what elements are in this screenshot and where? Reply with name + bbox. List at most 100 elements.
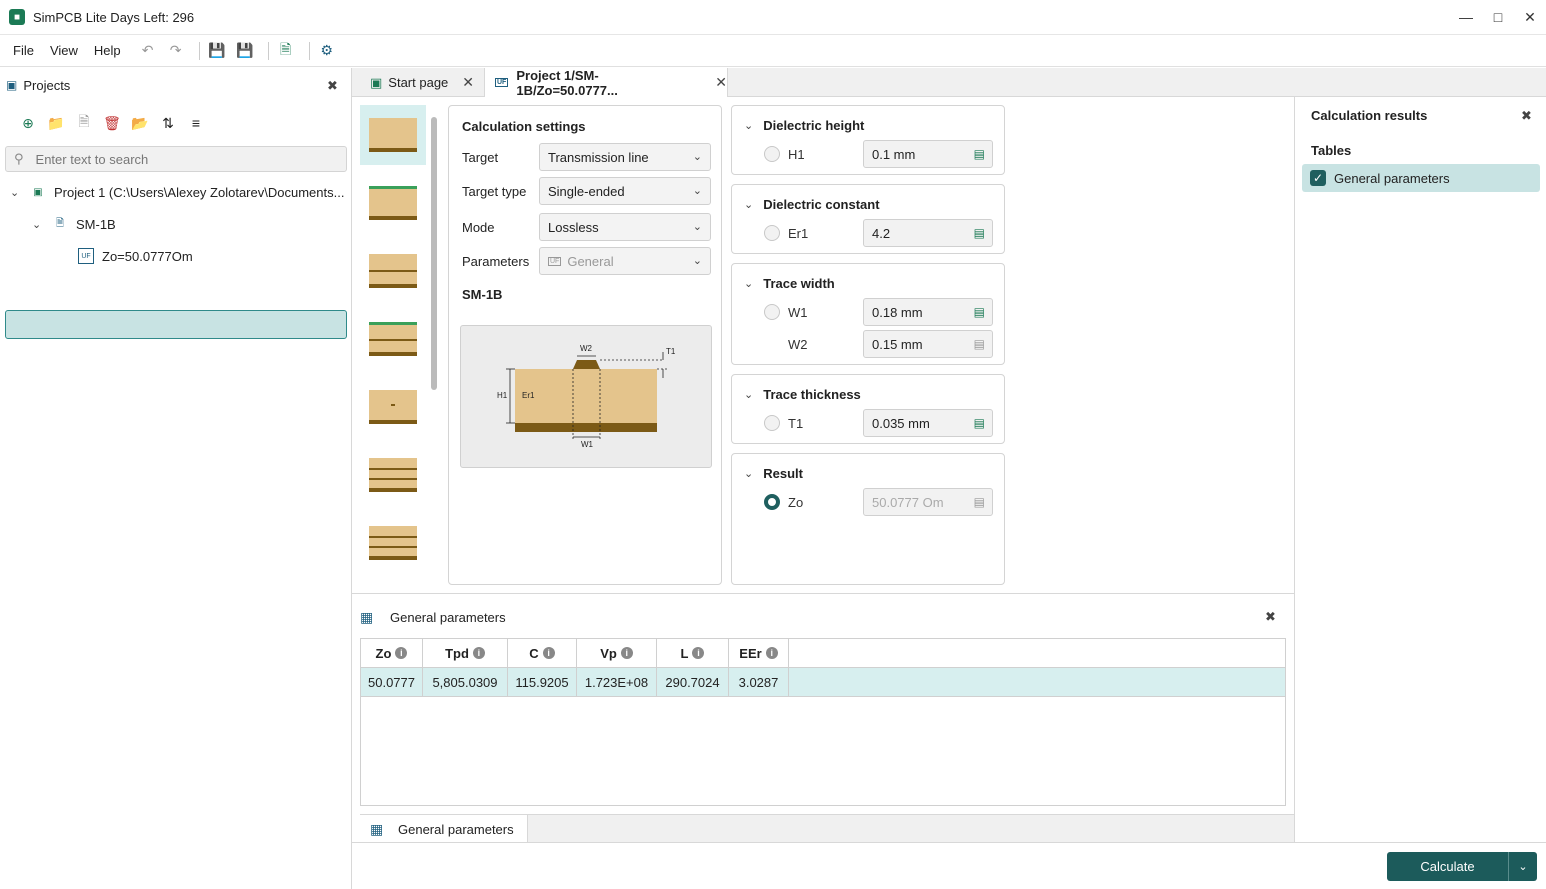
minimize-icon[interactable]: —: [1450, 0, 1482, 34]
info-icon[interactable]: i: [472, 647, 485, 659]
pin-icon[interactable]: ✖: [1521, 108, 1532, 124]
table-cell[interactable]: 5,805.0309: [423, 668, 508, 697]
pin-icon[interactable]: ✖: [327, 78, 338, 94]
info-icon[interactable]: i: [620, 647, 633, 659]
chart-icon[interactable]: ▤: [974, 226, 985, 240]
calculate-button[interactable]: Calculate ⌄: [1387, 852, 1537, 881]
dielectric-constant-title: Dielectric constant: [763, 197, 880, 212]
save-icon[interactable]: 💾: [206, 40, 228, 62]
add-file-icon[interactable]: 🗎: [70, 112, 98, 134]
info-icon[interactable]: i: [765, 647, 778, 659]
er1-input[interactable]: 4.2 ▤: [863, 219, 993, 247]
settings-gear-icon[interactable]: ⚙: [316, 40, 338, 62]
chevron-down-icon[interactable]: ⌄: [1509, 860, 1537, 873]
stackup-diagram: W2 T1 H1 Er1 W1: [460, 325, 712, 468]
er1-radio[interactable]: [764, 225, 780, 241]
structure-thumb-6[interactable]: [360, 445, 426, 505]
close-tab-icon[interactable]: ✕: [715, 74, 727, 91]
structure-thumb-5[interactable]: [360, 377, 426, 437]
menu-help[interactable]: Help: [94, 43, 121, 58]
info-icon[interactable]: i: [692, 647, 705, 659]
chart-icon[interactable]: ▤: [974, 305, 985, 319]
add-project-icon[interactable]: ⊕: [14, 112, 42, 134]
h1-input[interactable]: 0.1 mm ▤: [863, 140, 993, 168]
w1-radio[interactable]: [764, 304, 780, 320]
thumbnails-scrollbar[interactable]: [431, 117, 437, 390]
zo-value: 50.0777 Om: [872, 494, 944, 510]
table-cell[interactable]: 290.7024: [657, 668, 729, 697]
col-header-c[interactable]: Ci: [508, 639, 577, 668]
sort-list-icon[interactable]: ≡: [182, 112, 210, 134]
save-all-icon[interactable]: 💾: [234, 40, 256, 62]
mode-value: Lossless: [548, 219, 599, 235]
parameters-select[interactable]: UF General ⌄: [539, 247, 711, 275]
chevron-down-icon[interactable]: ⌄: [10, 186, 26, 199]
close-tab-icon[interactable]: ✕: [462, 74, 474, 91]
info-icon[interactable]: i: [395, 647, 408, 659]
checkbox-checked-icon[interactable]: ✓: [1310, 170, 1326, 186]
mode-select[interactable]: Lossless ⌄: [539, 213, 711, 241]
col-header-vp[interactable]: Vp i: [577, 639, 657, 668]
w1-value: 0.18 mm: [872, 304, 923, 320]
tree-item-selected[interactable]: [5, 310, 347, 339]
chevron-down-icon[interactable]: ⌄: [32, 218, 48, 231]
calculation-icon: UF: [495, 78, 509, 87]
chevron-down-icon[interactable]: ⌄: [744, 119, 753, 132]
open-folder-icon[interactable]: 📂: [126, 112, 154, 134]
tree-item-calculation[interactable]: UF Zo=50.0777Om: [74, 243, 193, 269]
table-cell[interactable]: 50.0777: [361, 668, 423, 697]
add-folder-icon[interactable]: 📁: [42, 112, 70, 134]
chart-icon[interactable]: ▤: [974, 147, 985, 161]
pcb-app-icon: ■: [9, 9, 25, 25]
sort-ascending-icon[interactable]: ⇅: [154, 112, 182, 134]
menu-file[interactable]: File: [13, 43, 34, 58]
trace-thickness-group: ⌄ Trace thickness T1 0.035 mm ▤: [731, 374, 1005, 444]
redo-icon[interactable]: ↷: [165, 40, 187, 62]
structure-thumb-2[interactable]: [360, 173, 426, 233]
col-header-eer[interactable]: EEr i: [729, 639, 789, 668]
structure-thumb-7[interactable]: [360, 513, 426, 573]
info-icon[interactable]: i: [542, 647, 555, 659]
structure-thumb-1[interactable]: [360, 105, 426, 165]
search-input[interactable]: ⚲ Enter text to search: [5, 146, 347, 172]
table-cell[interactable]: 1.723E+08: [577, 668, 657, 697]
er1-value: 4.2: [872, 225, 891, 241]
tree-item-structure[interactable]: ⌄ 🗎 SM-1B: [32, 211, 116, 237]
w1-input[interactable]: 0.18 mm ▤: [863, 298, 993, 326]
target-type-select[interactable]: Single-ended ⌄: [539, 177, 711, 205]
tab-start-page[interactable]: ▣ Start page ✕: [360, 68, 484, 97]
col-header-l[interactable]: Li: [657, 639, 729, 668]
chart-icon[interactable]: ▤: [974, 337, 985, 351]
w1-label: W1: [788, 304, 808, 320]
tree-item-project[interactable]: ⌄ ▣ Project 1 (C:\Users\Alexey Zolotarev…: [10, 179, 344, 205]
t1-radio[interactable]: [764, 415, 780, 431]
maximize-icon[interactable]: □: [1482, 0, 1514, 34]
chevron-down-icon[interactable]: ⌄: [744, 388, 753, 401]
structure-thumb-4[interactable]: [360, 309, 426, 369]
col-header-zo[interactable]: Zo i: [361, 639, 423, 668]
tab-general-parameters[interactable]: ▦ General parameters: [360, 815, 528, 844]
export-icon[interactable]: 🗎: [275, 40, 297, 62]
delete-icon[interactable]: 🗑: [98, 112, 126, 134]
diagram-label-t1: T1: [666, 347, 676, 356]
chevron-down-icon[interactable]: ⌄: [744, 198, 753, 211]
undo-icon[interactable]: ↶: [137, 40, 159, 62]
target-select[interactable]: Transmission line ⌄: [539, 143, 711, 171]
w2-input[interactable]: 0.15 mm ▤: [863, 330, 993, 358]
structure-thumb-3[interactable]: [360, 241, 426, 301]
chevron-down-icon[interactable]: ⌄: [744, 277, 753, 290]
pin-icon[interactable]: ✖: [1265, 609, 1276, 625]
stackup-icon: [369, 322, 417, 356]
chevron-down-icon[interactable]: ⌄: [744, 467, 753, 480]
zo-radio[interactable]: [764, 494, 780, 510]
table-cell[interactable]: 115.9205: [508, 668, 577, 697]
menu-view[interactable]: View: [50, 43, 78, 58]
tab-project[interactable]: UF Project 1/SM-1B/Zo=50.0777... ✕: [484, 68, 728, 98]
results-item-general-parameters[interactable]: ✓ General parameters: [1302, 164, 1540, 192]
close-icon[interactable]: ✕: [1514, 0, 1546, 34]
h1-radio[interactable]: [764, 146, 780, 162]
t1-input[interactable]: 0.035 mm ▤: [863, 409, 993, 437]
col-header-tpd[interactable]: Tpd i: [423, 639, 508, 668]
table-cell[interactable]: 3.0287: [729, 668, 789, 697]
chart-icon[interactable]: ▤: [974, 416, 985, 430]
